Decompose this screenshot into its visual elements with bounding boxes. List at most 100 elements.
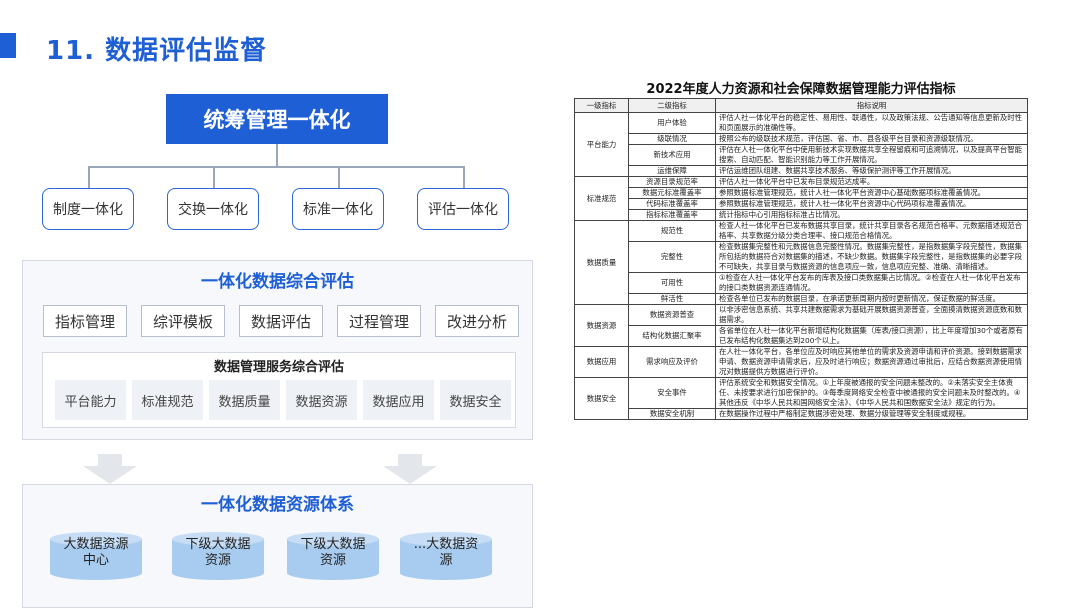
table-row: 标准规范 资源目录规范率 评估人社一体化平台中已发布目录规范达成率。	[574, 176, 1028, 221]
down-arrow-right	[383, 454, 437, 484]
sub-indicator: 结构化数据汇聚率	[628, 325, 716, 347]
indicator-description: 参照数据标准管理规范，统计人社一体化平台资源中心代码项标准覆盖情况。	[715, 198, 1028, 210]
panel-integrated-evaluation: 一体化数据综合评估 指标管理 综评模板 数据评估 过程管理 改进分析 数据管理服…	[22, 260, 533, 440]
sub-indicator: 数据资源普查	[628, 304, 716, 326]
down-arrow-left	[83, 454, 137, 484]
sub-indicator: 鲜活性	[628, 293, 716, 305]
cap-quality: 数据质量	[209, 380, 280, 420]
cylinder-sub-resource-2: 下级大数据 资源	[287, 532, 379, 580]
cylinder-big-data-center: 大数据资源 中心	[50, 532, 142, 580]
cap-standards: 标准规范	[132, 380, 203, 420]
pill-exchange-integration: 交换一体化	[167, 188, 259, 230]
sub-indicator: 资源目录规范率	[628, 176, 716, 188]
connector-drop-1	[88, 166, 90, 188]
cylinder-label-line1: 大数据资源	[63, 537, 129, 552]
tool-evaluation-template: 综评模板	[141, 305, 225, 337]
indicator-description: 评估在人社一体化平台中使用新技术实现数据共享全程留痕和可追溯情况，以及提高平台智…	[715, 144, 1028, 166]
sub-indicator: 级联情况	[628, 133, 716, 145]
table-row: 代码标准覆盖率 参照数据标准管理规范，统计人社一体化平台资源中心代码项标准覆盖情…	[575, 198, 1028, 210]
table-row: 数据资源 数据资源普查 以非涉密信息系统、共享共建数据需求为基础开展数据资源普查…	[574, 304, 1028, 347]
table-title: 2022年度人力资源和社会保障数据管理能力评估指标	[646, 82, 956, 97]
panel-heading-evaluation: 一体化数据综合评估	[201, 272, 354, 292]
cylinder-label-line2: 中心	[82, 553, 109, 568]
cylinder-label-line2: 资源	[319, 553, 346, 568]
sub-indicator: 可用性	[628, 272, 716, 294]
cylinder-more-resources: ...大数据资 源	[400, 532, 492, 580]
table-row: 数据元标准覆盖率 参照数据标准管理规范，统计人社一体化平台资源中心基础数据项标准…	[575, 187, 1028, 199]
table-row: 数据应用 需求响应及评价 在人社一体化平台，各单位应及时响应其他单位的需求及资源…	[574, 346, 1028, 378]
sub-indicator: 完整性	[628, 241, 716, 273]
indicator-description: 检查各单位已发布的数据目录，在承诺更新周期内按时更新情况，保证数据的鲜活度。	[715, 293, 1028, 305]
sub-indicator: 数据安全机制	[628, 408, 716, 420]
cylinder-sub-resource-1: 下级大数据 资源	[172, 532, 264, 580]
panel-service-evaluation: 数据管理服务综合评估 平台能力 标准规范 数据质量 数据资源 数据应用 数据安全	[42, 352, 516, 428]
group-name: 数据应用	[574, 346, 629, 378]
indicator-description: 各省单位在人社一体化平台新增结构化数据集（库表/接口资源），比上年度增加30个或…	[715, 325, 1028, 347]
sub-indicator: 新技术应用	[628, 144, 716, 166]
sub-indicator: 用户体验	[628, 112, 716, 134]
cylinder-label: 大数据资源 中心	[50, 537, 142, 569]
inner-heading-service-evaluation: 数据管理服务综合评估	[213, 360, 344, 375]
header-level1: 一级指标	[574, 98, 629, 113]
indicator-description: 评估人社一体化平台的稳定性、易用性、联通性，以及政策法规、公告通知等信息更新及时…	[715, 112, 1028, 134]
pill-system-integration: 制度一体化	[42, 188, 134, 230]
header-description: 指标说明	[715, 98, 1028, 113]
top-box-integrated-management: 统筹管理一体化	[166, 94, 388, 144]
group-name: 数据资源	[574, 304, 629, 347]
sub-indicator: 运维保障	[628, 165, 716, 177]
connector-drop-3	[338, 166, 340, 188]
table-row: 级联情况 按照公布的级联技术规范，评估国、省、市、县各级平台目录和资源级联情况。	[575, 133, 1028, 145]
indicator-description: 评估系统安全和数据安全情况。①上年度被通报的安全问题未整改的。②未落实安全主体责…	[715, 377, 1028, 409]
cap-security: 数据安全	[440, 380, 511, 420]
evaluation-table: 一级指标 二级指标 指标说明 平台能力 用户体验 评估人社一体化平台的稳定性、易…	[574, 98, 1028, 420]
cap-resources: 数据资源	[286, 380, 357, 420]
cap-platform: 平台能力	[55, 380, 126, 420]
capability-list: 平台能力 标准规范 数据质量 数据资源 数据应用 数据安全	[55, 380, 511, 420]
cylinder-label-line1: ...大数据资	[413, 537, 479, 552]
table-row: 完整性 检查数据集完整性和元数据信息完整性情况。数据集完整性，是指数据集字段完整…	[575, 241, 1028, 273]
table-row: 运维保障 评估运维团队组建、数据共享技术服务、等级保护测评等工作开展情况。	[575, 165, 1028, 177]
cylinder-label-line1: 下级大数据	[185, 537, 251, 552]
table-row: 数据质量 规范性 检查人社一体化平台已发布数据共享目录，统计共享目录各名规范合格…	[574, 220, 1028, 305]
table-header-row: 一级指标 二级指标 指标说明	[574, 98, 1028, 113]
indicator-description: 参照数据标准管理规范，统计人社一体化平台资源中心基础数据项标准覆盖情况。	[715, 187, 1028, 199]
tool-indicator-management: 指标管理	[43, 305, 127, 337]
sub-indicator: 需求响应及评价	[628, 346, 716, 378]
group-name: 标准规范	[574, 176, 629, 221]
tool-improvement-analysis: 改进分析	[435, 305, 519, 337]
indicator-description: 评估人社一体化平台中已发布目录规范达成率。	[715, 176, 1028, 188]
connector-horizontal	[88, 166, 464, 168]
connector-drop-2	[213, 166, 215, 188]
table-row: 鲜活性 检查各单位已发布的数据目录，在承诺更新周期内按时更新情况，保证数据的鲜活…	[575, 293, 1028, 305]
indicator-description: 在数据操作过程中严格制定数据涉密处理、数据分级管理等安全制度或规程。	[715, 408, 1028, 420]
pill-evaluation-integration: 评估一体化	[417, 188, 509, 230]
sub-indicator: 代码标准覆盖率	[628, 198, 716, 210]
indicator-description: 检查数据集完整性和元数据信息完整性情况。数据集完整性，是指数据集字段完整性，数据…	[715, 241, 1028, 273]
pill-standard-integration: 标准一体化	[292, 188, 384, 230]
sub-indicator: 规范性	[628, 220, 716, 242]
table-row: 可用性 ①检查在人社一体化平台发布的库表及接口类数据集占比情况。②检查在人社一体…	[575, 272, 1028, 294]
group-name: 数据安全	[574, 377, 629, 420]
header-level2: 二级指标	[628, 98, 716, 113]
cylinder-label-line2: 资源	[204, 553, 231, 568]
table-row: 数据安全 安全事件 评估系统安全和数据安全情况。①上年度被通报的安全问题未整改的…	[574, 377, 1028, 420]
connector-drop-4	[463, 166, 465, 188]
cylinder-label-line2: 源	[439, 553, 453, 568]
indicator-description: 统计指标中心引用指标标准占比情况。	[715, 209, 1028, 221]
cap-application: 数据应用	[363, 380, 434, 420]
indicator-description: ①检查在人社一体化平台发布的库表及接口类数据集占比情况。②检查在人社一体化平台发…	[715, 272, 1028, 294]
table-row: 指标标准覆盖率 统计指标中心引用指标标准占比情况。	[575, 209, 1028, 221]
evaluation-tools: 指标管理 综评模板 数据评估 过程管理 改进分析	[43, 305, 519, 337]
title-accent-bar	[0, 33, 16, 58]
connector-vertical	[276, 144, 278, 166]
table-row: 结构化数据汇聚率 各省单位在人社一体化平台新增结构化数据集（库表/接口资源），比…	[575, 325, 1028, 347]
table-row: 新技术应用 评估在人社一体化平台中使用新技术实现数据共享全程留痕和可追溯情况，以…	[575, 144, 1028, 166]
page-title: 11. 数据评估监督	[46, 36, 268, 66]
table-row: 数据安全机制 在数据操作过程中严格制定数据涉密处理、数据分级管理等安全制度或规程…	[575, 408, 1028, 420]
cylinder-label: 下级大数据 资源	[172, 537, 264, 569]
group-name: 平台能力	[574, 112, 629, 177]
indicator-description: 在人社一体化平台，各单位应及时响应其他单位的需求及资源申请和评价资源。接到数据需…	[715, 346, 1028, 378]
cylinder-label: 下级大数据 资源	[287, 537, 379, 569]
cylinder-label: ...大数据资 源	[400, 537, 492, 569]
sub-indicator: 数据元标准覆盖率	[628, 187, 716, 199]
